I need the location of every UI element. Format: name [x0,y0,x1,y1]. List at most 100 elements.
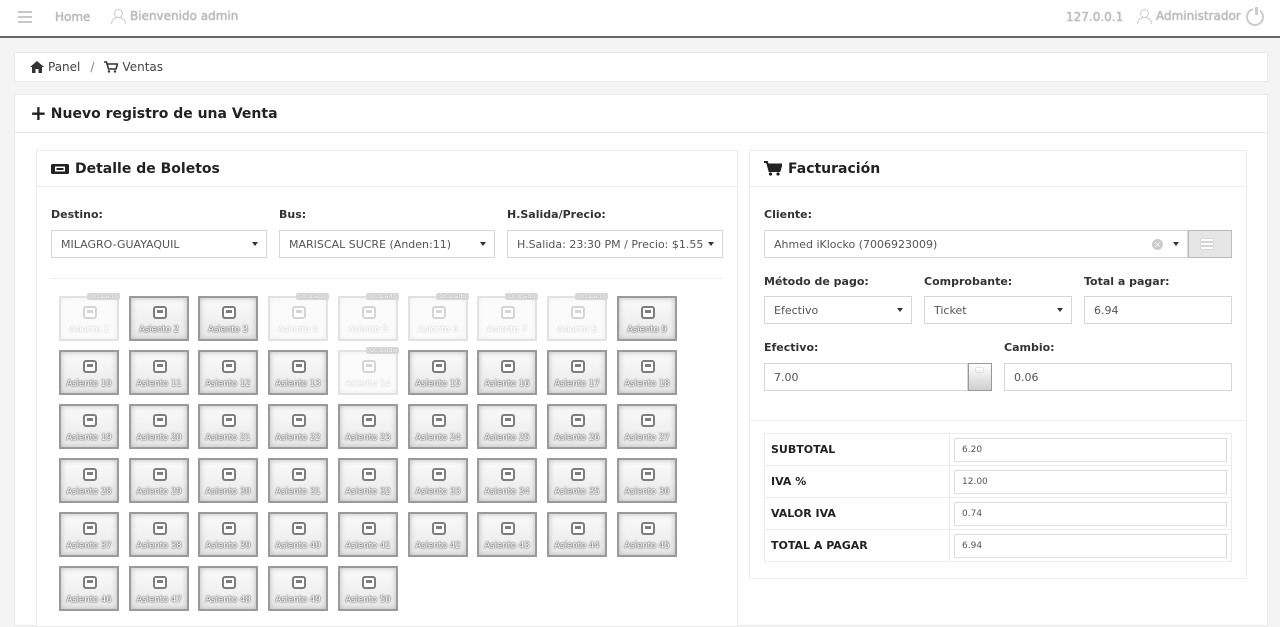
cliente-select[interactable]: Ahmed iKlocko (7006923009) × [764,230,1188,258]
power-icon[interactable] [1246,7,1264,26]
seat-button[interactable]: Asiento 45 [617,512,677,557]
seat-icon [571,468,585,481]
seat-button[interactable]: Asiento 40 [268,512,328,557]
seat-button[interactable]: Asiento 2 [129,296,189,341]
seat-button[interactable]: Asiento 12 [198,350,258,395]
seat-label: Asiento 5 [348,325,388,335]
seat-button[interactable]: Asiento 7 Ocupado [477,293,538,341]
user-menu[interactable]: Administrador [1136,8,1241,24]
seat-label: Asiento 1 [69,325,109,335]
seat-button[interactable]: Asiento 24 [408,404,468,449]
seat-label: Asiento 16 [484,379,530,389]
metodo-select[interactable]: Efectivo [764,296,912,324]
salida-select[interactable]: H.Salida: 23:30 PM / Precio: $1.55 [507,230,723,258]
nav-home-link[interactable]: Home [55,10,90,24]
seat-button[interactable]: Asiento 14 Ocupado [338,347,399,395]
seat-label: Asiento 48 [205,595,251,605]
seat-icon [501,360,515,373]
comprobante-label: Comprobante: [924,275,1013,288]
seat-button[interactable]: Asiento 36 [617,458,677,503]
seat-button[interactable]: Asiento 21 [198,404,258,449]
seat-button[interactable]: Asiento 50 [338,566,398,611]
seat-label: Asiento 36 [624,487,670,497]
seat-button[interactable]: Asiento 1 Ocupado [59,293,120,341]
seat-button[interactable]: Asiento 25 [477,404,537,449]
seat-label: Asiento 33 [415,487,461,497]
seat-label: Asiento 38 [136,541,182,551]
seat-button[interactable]: Asiento 28 [59,458,119,503]
seat-button[interactable]: Asiento 10 [59,350,119,395]
seat-button[interactable]: Asiento 46 [59,566,119,611]
breadcrumb-ventas[interactable]: Ventas [104,60,163,74]
seat-button[interactable]: Asiento 33 [408,458,468,503]
seat-button[interactable]: Asiento 38 [129,512,189,557]
seat-button[interactable]: Asiento 35 [547,458,607,503]
seat-label: Asiento 9 [627,325,667,335]
seat-button[interactable]: Asiento 32 [338,458,398,503]
seat-label: Asiento 32 [345,487,391,497]
client-list-button[interactable] [1188,230,1232,258]
seat-label: Asiento 7 [487,325,527,335]
seat-button[interactable]: Asiento 4 Ocupado [268,293,329,341]
occupied-badge: Ocupado [366,293,399,300]
cliente-label: Cliente: [764,208,813,221]
seat-button[interactable]: Asiento 16 [477,350,537,395]
totals-table: SUBTOTAL 6.20 IVA % 12.00 VALOR IVA 0.74… [764,433,1232,562]
efectivo-stepper[interactable] [968,363,992,391]
seat-button[interactable]: Asiento 13 [268,350,328,395]
seat-button[interactable]: Asiento 49 [268,566,328,611]
seat-button[interactable]: Asiento 6 Ocupado [408,293,469,341]
seat-label: Asiento 42 [415,541,461,551]
seat-button[interactable]: Asiento 34 [477,458,537,503]
seat-button[interactable]: Asiento 3 [198,296,258,341]
seat-icon [153,360,167,373]
seat-icon [153,576,167,589]
seat-button[interactable]: Asiento 26 [547,404,607,449]
destino-select[interactable]: MILAGRO-GUAYAQUIL [51,230,267,258]
seat-button[interactable]: Asiento 42 [408,512,468,557]
seat-button[interactable]: Asiento 20 [129,404,189,449]
bus-select[interactable]: MARISCAL SUCRE (Anden:11) [279,230,495,258]
seat-button[interactable]: Asiento 9 [617,296,677,341]
valor-iva-key: VALOR IVA [764,497,950,530]
efectivo-field[interactable]: 7.00 [764,363,968,391]
seat-button[interactable]: Asiento 22 [268,404,328,449]
seat-label: Asiento 46 [66,595,112,605]
seat-button[interactable]: Asiento 44 [547,512,607,557]
seat-button[interactable]: Asiento 27 [617,404,677,449]
seat-button[interactable]: Asiento 31 [268,458,328,503]
seat-button[interactable]: Asiento 41 [338,512,398,557]
seat-button[interactable]: Asiento 23 [338,404,398,449]
seat-button[interactable]: Asiento 15 [408,350,468,395]
menu-toggle-icon[interactable] [18,11,32,23]
seat-button[interactable]: Asiento 19 [59,404,119,449]
valor-iva-cell: 0.74 [949,497,1232,530]
total-field[interactable]: 6.94 [1084,296,1232,324]
seat-button[interactable]: Asiento 39 [198,512,258,557]
breadcrumb-panel[interactable]: Panel [30,60,80,74]
user-name: Administrador [1156,9,1241,23]
billing-panel-header: Facturación [750,151,1246,187]
seat-button[interactable]: Asiento 30 [198,458,258,503]
seat-button[interactable]: Asiento 47 [129,566,189,611]
seat-button[interactable]: Asiento 5 Ocupado [338,293,399,341]
seat-button[interactable]: Asiento 8 Ocupado [547,293,608,341]
seat-button[interactable]: Asiento 43 [477,512,537,557]
welcome-user: Bienvenido admin [110,8,238,24]
seat-button[interactable]: Asiento 17 [547,350,607,395]
seat-button[interactable]: Asiento 29 [129,458,189,503]
sale-card: + Nuevo registro de una Venta Detalle de… [14,94,1268,627]
seat-icon [362,360,376,373]
seat-label: Asiento 40 [275,541,321,551]
cambio-field[interactable]: 0.06 [1004,363,1232,391]
seat-button[interactable]: Asiento 48 [198,566,258,611]
total-pagar-cell: 6.94 [949,529,1232,562]
valor-iva-value: 0.74 [954,501,1227,526]
seat-button[interactable]: Asiento 18 [617,350,677,395]
seat-label: Asiento 13 [275,379,321,389]
seat-icon [362,522,376,535]
seat-button[interactable]: Asiento 11 [129,350,189,395]
seat-button[interactable]: Asiento 37 [59,512,119,557]
clear-icon[interactable]: × [1152,239,1163,250]
comprobante-select[interactable]: Ticket [924,296,1072,324]
